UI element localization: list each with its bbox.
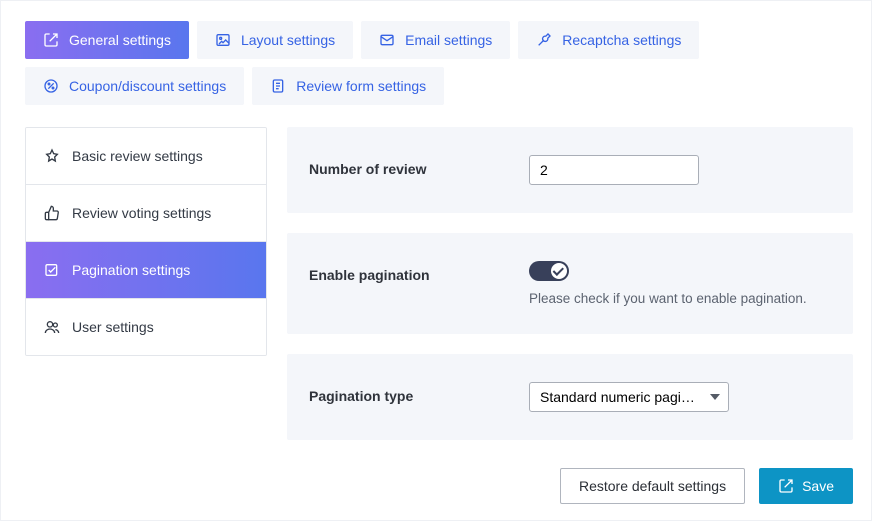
checkbox-check-icon <box>44 262 60 278</box>
button-label: Restore default settings <box>579 478 726 494</box>
button-label: Save <box>802 478 834 494</box>
toggle-knob-icon <box>551 263 567 279</box>
settings-side-nav: Basic review settings Review voting sett… <box>25 127 267 356</box>
tab-email-settings[interactable]: Email settings <box>361 21 510 59</box>
restore-defaults-button[interactable]: Restore default settings <box>560 468 745 504</box>
tab-general-settings[interactable]: General settings <box>25 21 189 59</box>
field-pagination-type: Pagination type <box>287 354 853 440</box>
save-jump-icon <box>778 478 794 494</box>
mail-icon <box>379 32 395 48</box>
settings-content: Number of review Enable pagination Pleas… <box>287 127 853 504</box>
tab-coupon-discount-settings[interactable]: Coupon/discount settings <box>25 67 244 105</box>
pagination-type-select-wrap <box>529 382 729 412</box>
settings-footer: Restore default settings Save <box>287 468 853 504</box>
field-label: Pagination type <box>309 382 509 404</box>
enable-pagination-toggle[interactable] <box>529 261 569 281</box>
jump-into-icon <box>43 32 59 48</box>
tab-label: Email settings <box>405 32 492 48</box>
sidebar-item-review-voting[interactable]: Review voting settings <box>26 185 266 242</box>
field-help-text: Please check if you want to enable pagin… <box>529 291 831 306</box>
field-label: Number of review <box>309 155 509 177</box>
field-enable-pagination: Enable pagination Please check if you wa… <box>287 233 853 334</box>
sidebar-item-label: Review voting settings <box>72 205 211 221</box>
settings-page: General settings Layout settings Email s… <box>0 0 872 521</box>
sidebar-item-label: User settings <box>72 319 154 335</box>
users-icon <box>44 319 60 335</box>
wrench-icon <box>536 32 552 48</box>
sidebar-item-label: Pagination settings <box>72 262 190 278</box>
image-icon <box>215 32 231 48</box>
sidebar-item-pagination[interactable]: Pagination settings <box>26 242 266 299</box>
form-icon <box>270 78 286 94</box>
tab-recaptcha-settings[interactable]: Recaptcha settings <box>518 21 699 59</box>
tab-label: Coupon/discount settings <box>69 78 226 94</box>
field-label: Enable pagination <box>309 261 509 283</box>
sidebar-item-user[interactable]: User settings <box>26 299 266 355</box>
tab-label: Review form settings <box>296 78 426 94</box>
pagination-type-select[interactable] <box>529 382 729 412</box>
tab-layout-settings[interactable]: Layout settings <box>197 21 353 59</box>
sidebar-item-label: Basic review settings <box>72 148 203 164</box>
tab-review-form-settings[interactable]: Review form settings <box>252 67 444 105</box>
number-of-review-input[interactable] <box>529 155 699 185</box>
star-icon <box>44 148 60 164</box>
save-button[interactable]: Save <box>759 468 853 504</box>
tab-label: Recaptcha settings <box>562 32 681 48</box>
field-number-of-review: Number of review <box>287 127 853 213</box>
thumbs-up-icon <box>44 205 60 221</box>
settings-top-tabs: General settings Layout settings Email s… <box>25 21 853 105</box>
sidebar-item-basic-review[interactable]: Basic review settings <box>26 128 266 185</box>
tab-label: Layout settings <box>241 32 335 48</box>
percent-icon <box>43 78 59 94</box>
tab-label: General settings <box>69 32 171 48</box>
settings-body: Basic review settings Review voting sett… <box>25 127 853 504</box>
